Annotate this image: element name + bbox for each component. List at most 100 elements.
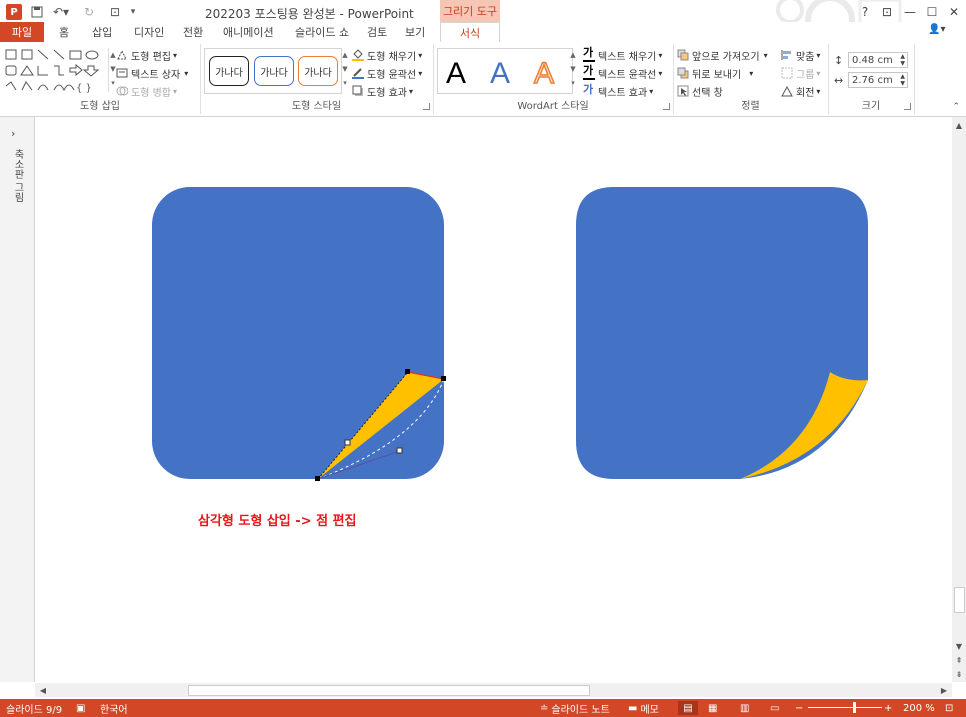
tab-design[interactable]: 디자인 xyxy=(134,24,164,40)
slide-sorter-icon[interactable]: ▦ xyxy=(708,701,717,715)
powerpoint-logo-icon[interactable]: P xyxy=(6,4,22,20)
shape-style-sample-1[interactable]: 가나다 xyxy=(209,56,249,86)
comments-label: 메모 xyxy=(640,704,659,716)
shape-fill-label: 도형 채우기 xyxy=(367,51,417,63)
shape-styles-dialog-launcher-icon[interactable] xyxy=(423,103,430,110)
rotate-icon xyxy=(781,85,793,97)
account-icon[interactable]: 👤▾ xyxy=(928,24,945,40)
text-fill-icon: 가 xyxy=(583,47,595,62)
bezier-handle[interactable] xyxy=(396,447,403,454)
vertex-point-right[interactable] xyxy=(441,376,446,381)
zoom-slider-track[interactable] xyxy=(808,707,882,708)
tab-animations[interactable]: 애니메이션 xyxy=(223,24,274,40)
next-slide-icon[interactable]: ⇟ xyxy=(953,668,965,680)
previous-slide-icon[interactable]: ⇞ xyxy=(953,654,965,666)
start-from-beginning-icon[interactable]: ⊡ xyxy=(106,4,124,20)
shape-height-input[interactable]: 0.48 cm ▲ ▼ xyxy=(848,52,908,68)
tab-view[interactable]: 보기 xyxy=(405,24,425,40)
tab-slideshow[interactable]: 슬라이드 쇼 xyxy=(295,24,349,40)
comments-button[interactable]: ▬ 메모 xyxy=(628,701,659,716)
notes-button[interactable]: ≐ 슬라이드 노트 xyxy=(540,701,610,716)
send-backward-label: 뒤로 보내기 xyxy=(692,69,742,81)
shape-height-icon: ↕ xyxy=(834,54,844,67)
vertical-scroll-thumb[interactable] xyxy=(954,587,965,613)
wordart-dialog-launcher-icon[interactable] xyxy=(663,103,670,110)
height-spinner[interactable]: ▲ ▼ xyxy=(900,53,905,67)
align-button[interactable]: 맞춤 ▾ xyxy=(781,47,820,63)
shape-fill-button[interactable]: 도형 채우기 ▾ xyxy=(352,47,422,63)
help-button[interactable]: ? xyxy=(855,3,875,21)
wordart-gallery-scroll[interactable]: ▲ ▼ ▾ xyxy=(569,48,577,92)
wordart-sample-orange[interactable]: A xyxy=(533,56,555,91)
save-icon[interactable] xyxy=(30,4,44,20)
shape-width-input[interactable]: 2.76 cm ▲ ▼ xyxy=(848,72,908,88)
text-box-button[interactable]: 텍스트 상자 ▾ xyxy=(116,65,188,81)
bezier-handle-2[interactable] xyxy=(344,439,351,446)
scroll-up-icon[interactable]: ▲ xyxy=(953,119,965,131)
slideshow-view-icon[interactable]: ▭ xyxy=(770,701,779,715)
minimize-button[interactable]: — xyxy=(900,3,920,21)
zoom-slider-thumb[interactable] xyxy=(853,702,856,713)
expand-thumbnails-icon[interactable]: › xyxy=(11,127,15,140)
tab-review[interactable]: 검토 xyxy=(367,24,387,40)
send-backward-button[interactable]: 뒤로 보내기 ▾ xyxy=(677,65,753,81)
contextual-tab-group-label: 그리기 도구 xyxy=(440,0,500,22)
tab-file[interactable]: 파일 xyxy=(0,22,44,42)
text-fill-button[interactable]: 가 텍스트 채우기 ▾ xyxy=(583,47,662,63)
shape-style-gallery-scroll[interactable]: ▲ ▼ ▾ xyxy=(341,48,349,92)
normal-view-icon[interactable]: ▤ xyxy=(678,701,698,715)
zoom-level[interactable]: 200 % xyxy=(903,701,935,715)
text-outline-button[interactable]: 가 텍스트 윤곽선 ▾ xyxy=(583,65,662,81)
ribbon-display-options-button[interactable]: ⊡ xyxy=(877,3,897,21)
text-box-label: 텍스트 상자 xyxy=(131,69,181,81)
undo-icon[interactable]: ↶▾ xyxy=(52,4,70,20)
close-button[interactable]: ✕ xyxy=(944,3,964,21)
collapse-ribbon-icon[interactable]: ⌃ xyxy=(952,102,960,112)
tab-insert[interactable]: 삽입 xyxy=(92,24,112,40)
slide-caption[interactable]: 삼각형 도형 삽입 -> 점 편집 xyxy=(198,510,357,529)
zoom-out-icon[interactable]: − xyxy=(795,701,803,715)
selection-pane-icon xyxy=(677,85,689,97)
shape-style-sample-2[interactable]: 가나다 xyxy=(254,56,294,86)
redo-icon[interactable]: ↻ xyxy=(82,4,96,20)
maximize-button[interactable]: ☐ xyxy=(922,3,942,21)
scroll-left-icon[interactable]: ◀ xyxy=(37,684,49,696)
horizontal-scrollbar[interactable]: ◀ ▶ xyxy=(35,683,952,697)
edit-shape-button[interactable]: 도형 편집 ▾ xyxy=(116,47,177,63)
tab-format[interactable]: 서식 xyxy=(440,22,500,43)
group-label-arrange: 정렬 xyxy=(741,101,760,112)
bring-forward-button[interactable]: 앞으로 가져오기 ▾ xyxy=(677,47,768,63)
wordart-gallery[interactable]: A A A xyxy=(437,48,573,94)
shape-style-sample-3[interactable]: 가나다 xyxy=(298,56,338,86)
fit-to-window-icon[interactable]: ⊡ xyxy=(945,701,953,715)
tab-home[interactable]: 홈 xyxy=(59,24,69,40)
shape-outline-button[interactable]: 도형 윤곽선 ▾ xyxy=(352,65,422,81)
group-size: ↕ 0.48 cm ▲ ▼ ↔ 2.76 cm ▲ ▼ 크기 xyxy=(828,44,915,114)
shapes-gallery[interactable]: { } xyxy=(4,48,108,96)
notes-icon: ≐ xyxy=(540,702,549,714)
language[interactable]: 한국어 xyxy=(100,701,128,716)
vertex-point-top[interactable] xyxy=(405,369,410,374)
customize-qat-icon[interactable]: ▾ xyxy=(128,4,138,20)
reading-view-icon[interactable]: ▥ xyxy=(740,701,749,715)
thumbnail-pane[interactable]: › 축소판 그림 xyxy=(0,117,35,682)
zoom-in-icon[interactable]: + xyxy=(884,701,892,715)
group-button[interactable]: 그룹 ▾ xyxy=(781,65,820,81)
scroll-down-icon[interactable]: ▼ xyxy=(953,640,965,652)
vertical-scrollbar[interactable]: ▲ ▼ ⇞ ⇟ xyxy=(952,117,966,682)
wordart-sample-blue[interactable]: A xyxy=(490,57,510,91)
tab-transitions[interactable]: 전환 xyxy=(183,24,203,40)
size-dialog-launcher-icon[interactable] xyxy=(904,103,911,110)
width-spinner[interactable]: ▲ ▼ xyxy=(900,73,905,87)
horizontal-scroll-thumb[interactable] xyxy=(188,685,590,696)
group-wordart-styles: A A A ▲ ▼ ▾ 가 텍스트 채우기 ▾ 가 텍스트 윤곽선 ▾ 가 텍스트 효과… xyxy=(433,44,674,114)
left-rounded-square[interactable] xyxy=(152,187,444,479)
shape-width-value: 2.76 cm xyxy=(852,74,893,86)
shape-style-gallery[interactable]: 가나다 가나다 가나다 xyxy=(204,48,342,94)
spellcheck-icon[interactable]: ▣ xyxy=(76,701,85,715)
slide-canvas[interactable]: 삼각형 도형 삽입 -> 점 편집 xyxy=(35,117,952,682)
scroll-right-icon[interactable]: ▶ xyxy=(938,684,950,696)
align-label: 맞춤 xyxy=(796,51,815,63)
wordart-sample-black[interactable]: A xyxy=(446,57,466,91)
vertex-point-bottom[interactable] xyxy=(315,476,320,481)
